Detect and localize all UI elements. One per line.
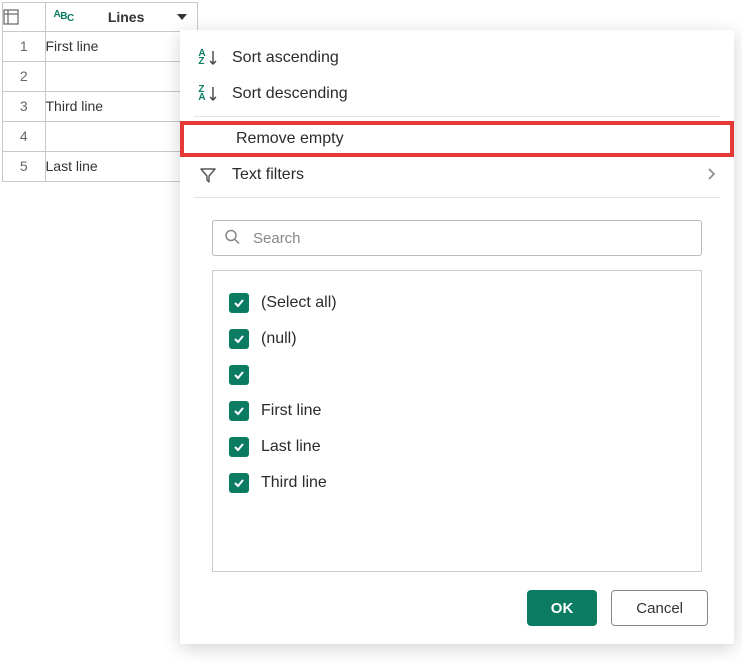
- checkbox[interactable]: [229, 401, 249, 421]
- filter-search-input[interactable]: [212, 220, 702, 256]
- filter-label: Third line: [261, 474, 327, 492]
- column-filter-dropdown: AZ Sort ascending ZA Sort descending Rem…: [180, 30, 734, 644]
- ok-button[interactable]: OK: [527, 590, 598, 626]
- text-filters-item[interactable]: Text filters: [180, 157, 734, 193]
- chevron-down-icon: [177, 14, 187, 20]
- check-icon: [232, 404, 246, 418]
- sort-ascending-item[interactable]: AZ Sort ascending: [180, 40, 734, 76]
- filter-item-blank[interactable]: [229, 357, 685, 393]
- table-cell[interactable]: First line: [45, 31, 197, 61]
- filter-values-list: (Select all) (null) First line Last line…: [212, 270, 702, 572]
- menu-label: Sort ascending: [232, 49, 716, 67]
- sort-desc-icon: ZA: [194, 85, 222, 103]
- table-cell[interactable]: Last line: [45, 151, 197, 181]
- column-header-lines[interactable]: ABC Lines: [45, 3, 197, 31]
- dialog-buttons: OK Cancel: [527, 590, 708, 626]
- filter-search: [212, 220, 702, 256]
- menu-divider: [194, 116, 720, 117]
- row-index[interactable]: 5: [3, 151, 45, 181]
- data-table: ABC Lines 1First line 2 3Third line 4 5L…: [2, 2, 198, 182]
- filter-item[interactable]: Last line: [229, 429, 685, 465]
- menu-label: Sort descending: [232, 85, 716, 103]
- filter-label: (null): [261, 330, 297, 348]
- check-icon: [232, 332, 246, 346]
- check-icon: [232, 368, 246, 382]
- check-icon: [232, 440, 246, 454]
- table-cell[interactable]: Third line: [45, 91, 197, 121]
- filter-item[interactable]: First line: [229, 393, 685, 429]
- row-index[interactable]: 3: [3, 91, 45, 121]
- remove-empty-item[interactable]: Remove empty: [180, 121, 734, 157]
- column-name: Lines: [80, 9, 173, 25]
- checkbox[interactable]: [229, 293, 249, 313]
- row-index[interactable]: 4: [3, 121, 45, 151]
- checkbox[interactable]: [229, 437, 249, 457]
- cancel-button[interactable]: Cancel: [611, 590, 708, 626]
- filter-label: (Select all): [261, 294, 337, 312]
- chevron-right-icon: [706, 167, 716, 184]
- sort-asc-icon: AZ: [194, 49, 222, 67]
- filter-item[interactable]: Third line: [229, 465, 685, 501]
- table-corner[interactable]: [3, 3, 45, 31]
- menu-label: Text filters: [232, 166, 706, 184]
- checkbox[interactable]: [229, 365, 249, 385]
- filter-label: First line: [261, 402, 321, 420]
- menu-divider: [194, 197, 720, 198]
- column-dropdown-button[interactable]: [173, 8, 191, 26]
- text-type-icon: ABC: [54, 11, 74, 22]
- table-cell[interactable]: [45, 61, 197, 91]
- row-index[interactable]: 2: [3, 61, 45, 91]
- check-icon: [232, 296, 246, 310]
- checkbox[interactable]: [229, 473, 249, 493]
- filter-item-null[interactable]: (null): [229, 321, 685, 357]
- menu-label: Remove empty: [236, 130, 712, 148]
- row-index[interactable]: 1: [3, 31, 45, 61]
- filter-item-select-all[interactable]: (Select all): [229, 285, 685, 321]
- table-cell[interactable]: [45, 121, 197, 151]
- sort-descending-item[interactable]: ZA Sort descending: [180, 76, 734, 112]
- search-icon: [224, 229, 240, 248]
- checkbox[interactable]: [229, 329, 249, 349]
- filter-label: Last line: [261, 438, 321, 456]
- table-icon: [3, 9, 45, 25]
- check-icon: [232, 476, 246, 490]
- funnel-icon: [194, 166, 222, 184]
